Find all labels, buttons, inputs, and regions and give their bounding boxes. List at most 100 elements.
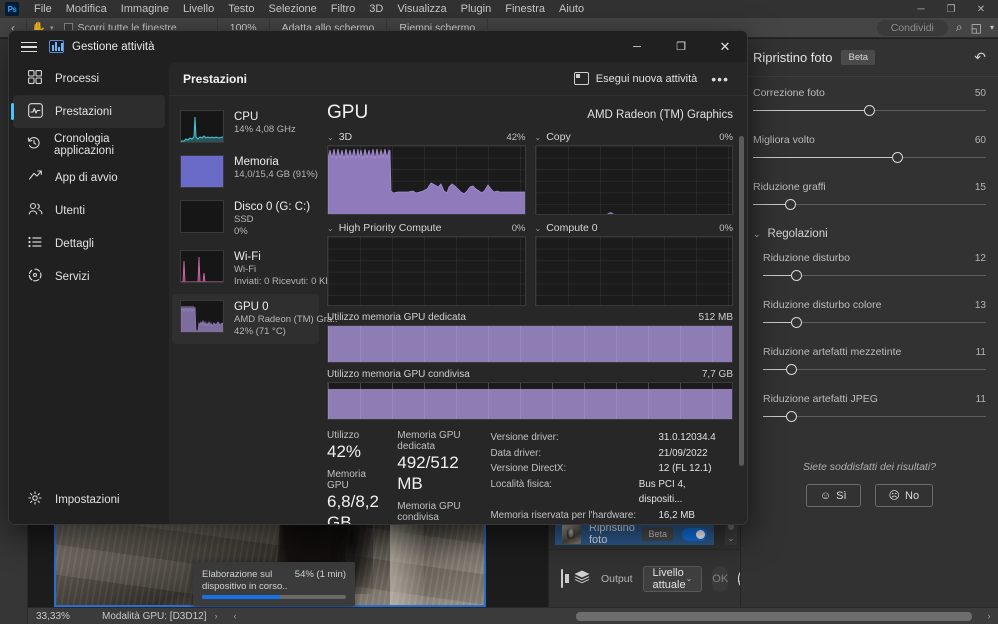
chart-3d: ⌄ 3D 42% [327,131,526,215]
close-button[interactable]: ✕ [966,0,996,18]
resource-sub: 14% 4,08 GHz [234,124,296,135]
scrollbar-thumb[interactable] [576,611,972,621]
gpu-detail-pane: GPU AMD Radeon (TM) Graphics ⌄ 3D 42% ⌄ … [322,96,747,524]
horizontal-scrollbar[interactable] [251,611,975,621]
slider-knob[interactable] [786,364,798,375]
reset-icon[interactable]: ↶ [974,49,986,66]
menu-testo[interactable]: Testo [221,0,261,18]
cpu-sparkline [180,110,224,143]
gpu-scrollbar-thumb[interactable] [739,136,744,466]
slider-track[interactable] [753,152,986,164]
menu-livello[interactable]: Livello [176,0,221,18]
slider-track[interactable] [753,105,986,117]
slider-label: Correzione foto [753,87,825,99]
chevron-down-icon[interactable]: ⌄ [327,133,334,142]
processing-progress-popup: Elaborazione sul dispositivo in corso.. … [193,562,355,606]
menu-immagine[interactable]: Immagine [114,0,176,18]
slider-knob[interactable] [864,105,875,116]
slider-riduzione-artefatti-jpeg[interactable]: Riduzione artefatti JPEG 11 [763,393,986,423]
slider-migliora-volto[interactable]: Migliora volto 60 [753,134,986,164]
slider-track[interactable] [763,411,986,423]
resource-item-gpu-0[interactable]: GPU 0 AMD Radeon (TM) Gra.. 42% (71 °C) [172,294,337,344]
gpu-info-column: Versione driver: 31.0.12034.4 Data driver… [490,430,733,524]
resource-item-cpu[interactable]: CPU 14% 4,08 GHz [172,104,319,149]
menu-aiuto[interactable]: Aiuto [552,0,591,18]
menu-modifica[interactable]: Modifica [59,0,114,18]
feedback-no-button[interactable]: ☹ No [874,484,934,507]
share-button[interactable]: Condividi [876,19,948,36]
tm-maximize-button[interactable]: ❐ [659,31,703,62]
slider-riduzione-disturbo-colore[interactable]: Riduzione disturbo colore 13 [763,299,986,329]
status-scroll-right-icon[interactable]: › [980,611,998,621]
slider-riduzione-artefatti-mezzetinte[interactable]: Riduzione artefatti mezzetinte 11 [763,346,986,376]
tm-close-button[interactable]: ✕ [703,31,747,62]
workspace-icon[interactable]: ◱ [971,21,982,35]
chart-value: 0% [511,223,526,234]
search-icon[interactable]: ⌕ [956,20,963,35]
slider-track[interactable] [763,364,986,376]
status-zoom-level[interactable]: 33,33% [28,611,94,622]
menu-finestra[interactable]: Finestra [498,0,552,18]
resource-item-wifi[interactable]: Wi-Fi Wi-Fi Inviati: 0 Ricevuti: 0 Kbp [172,244,336,294]
sidebar-item-impostazioni[interactable]: Impostazioni [13,483,165,516]
resource-item-memoria[interactable]: Memoria 14,0/15,4 GB (91%) [172,149,319,194]
filter-thumbnail [562,524,581,544]
menu-plugin[interactable]: Plugin [454,0,499,18]
menu-file[interactable]: File [27,0,59,18]
gpu-pane-scrollbar[interactable] [738,136,745,518]
task-manager-window[interactable]: Gestione attività ─ ❐ ✕ Processi Prestaz… [8,30,748,525]
status-expand-arrow-icon[interactable]: › [207,611,226,621]
feedback-yes-button[interactable]: ☺ Sì [805,484,861,507]
menu-selezione[interactable]: Selezione [261,0,323,18]
ok-button[interactable]: OK [712,565,729,592]
sidebar-item-label: Dettagli [55,237,94,250]
sidebar-item-utenti[interactable]: Utenti [13,194,165,227]
sidebar-item-prestazioni[interactable]: Prestazioni [11,95,165,128]
section-regolazioni[interactable]: ⌄ Regolazioni [753,228,986,240]
slider-knob[interactable] [790,270,802,281]
smiley-sad-icon: ☹ [888,490,901,502]
filter-scroll-down-icon[interactable]: ⌄ [725,533,737,545]
sidebar-item-app-di-avvio[interactable]: App di avvio [13,161,165,194]
slider-knob[interactable] [784,199,796,210]
sidebar-item-servizi[interactable]: Servizi [13,260,165,293]
slider-correzione-foto[interactable]: Correzione foto 50 [753,87,986,117]
sidebar-item-processi[interactable]: Processi [13,62,165,95]
slider-knob[interactable] [790,317,802,328]
shared-memory-label: Utilizzo memoria GPU condivisa [327,369,470,380]
layers-stack-icon[interactable] [573,569,591,588]
resource-item-disco-0[interactable]: Disco 0 (G: C:) SSD 0% [172,194,319,244]
sidebar-item-dettagli[interactable]: Dettagli [13,227,165,260]
run-new-task-button[interactable]: Esegui nuova attività [573,72,697,85]
chevron-down-icon[interactable]: ⌄ [327,224,334,233]
gpu-heading-row: GPU AMD Radeon (TM) Graphics [327,102,733,124]
menu-visualizza[interactable]: Visualizza [390,0,453,18]
more-options-icon[interactable]: ••• [711,71,733,87]
compare-view-icon[interactable] [561,569,569,588]
slider-knob[interactable] [786,411,798,422]
status-scroll-left-icon[interactable]: ‹ [226,611,245,621]
tm-minimize-button[interactable]: ─ [615,31,659,62]
feedback-question: Siete soddisfatti dei risultati? [802,461,937,473]
slider-riduzione-disturbo[interactable]: Riduzione disturbo 12 [763,252,986,282]
slider-track[interactable] [763,317,986,329]
slider-riduzione-graffi[interactable]: Riduzione graffi 15 [753,181,986,211]
slider-track[interactable] [753,199,986,211]
info-key: Data driver: [490,447,542,459]
menu-3d[interactable]: 3D [362,0,390,18]
output-select[interactable]: Livello attuale ⌄ [642,565,703,592]
restore-button[interactable]: ❐ [936,0,966,18]
filter-toggle-switch[interactable] [682,527,707,541]
hamburger-menu-icon[interactable] [21,39,37,55]
task-manager-titlebar[interactable]: Gestione attività ─ ❐ ✕ [9,31,747,62]
slider-knob[interactable] [891,152,903,163]
menu-filtro[interactable]: Filtro [324,0,362,18]
page-title: Prestazioni [183,71,248,86]
minimize-button[interactable]: ─ [906,0,936,18]
chevron-down-icon[interactable]: ⌄ [535,133,542,142]
workspace-chevron-icon[interactable]: ▾ [990,23,994,32]
slider-track[interactable] [763,270,986,282]
sidebar-item-cronologia-applicazioni[interactable]: Cronologia applicazioni [13,128,165,161]
chart-label: Compute 0 [546,222,598,234]
chevron-down-icon[interactable]: ⌄ [535,224,542,233]
